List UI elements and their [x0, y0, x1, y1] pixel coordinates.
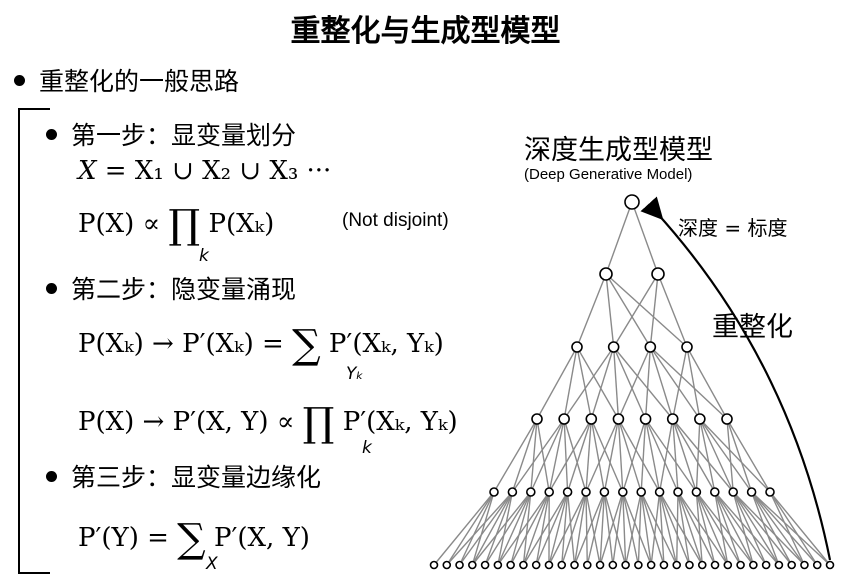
diagram-node [571, 341, 583, 353]
diagram-node [531, 413, 543, 425]
diagram-node [595, 560, 605, 570]
diagram-node [599, 267, 613, 281]
diagram-node [644, 341, 657, 353]
diagram-node [582, 560, 592, 570]
diagram-node [825, 560, 835, 570]
diagram-edge [676, 491, 679, 566]
diagram-node [570, 560, 579, 570]
diagram-node [599, 487, 610, 497]
diagram-node [710, 560, 720, 570]
diagram-edge [699, 418, 771, 493]
diagram-node [721, 413, 733, 425]
diagram-node [651, 267, 665, 281]
diagram-node [617, 487, 628, 497]
diagram-node [694, 413, 706, 425]
diagram-node [634, 560, 643, 570]
diagram-edge [695, 418, 701, 493]
diagram-edge [657, 273, 688, 348]
diagram-node [581, 487, 591, 497]
diagram-node [697, 560, 707, 570]
diagram-node [562, 487, 573, 497]
diagram-node [624, 194, 640, 210]
diagram-edge [605, 201, 633, 275]
diagram-node [659, 560, 669, 570]
diagram-node [672, 560, 682, 570]
diagram-node [531, 560, 541, 570]
diagram-node [468, 560, 477, 570]
diagram-node [525, 487, 536, 497]
diagram-edge [576, 273, 607, 348]
diagram-node [493, 560, 503, 570]
diagram-node [636, 487, 647, 497]
diagram-node [489, 487, 499, 497]
diagram-node [736, 560, 745, 570]
diagram-edge [590, 346, 615, 420]
diagram-node [728, 487, 739, 497]
diagram-node [544, 560, 554, 570]
diagram-node [646, 560, 656, 570]
diagram-node [585, 413, 598, 425]
diagram-node [480, 560, 490, 570]
diagram-node [812, 560, 822, 570]
diagram-node [442, 560, 452, 570]
diagram-edge [446, 491, 495, 566]
diagram-edge [585, 491, 588, 566]
diagram-edge [548, 418, 592, 493]
diagram-node [787, 560, 796, 570]
diagram-edge [751, 491, 806, 566]
diagram-node [774, 560, 784, 570]
diagram-node [654, 487, 665, 497]
diagram-edge [566, 418, 592, 493]
diagram-node [544, 487, 555, 497]
diagram-node [506, 560, 515, 570]
diagram-node [709, 487, 720, 497]
diagram-node [681, 341, 693, 353]
diagram-node [746, 487, 757, 497]
diagram-node [691, 487, 702, 497]
diagram-node [519, 560, 528, 570]
diagram-node [558, 413, 570, 425]
diagram-node [749, 560, 758, 570]
diagram-edge [631, 201, 659, 275]
diagram-edge [585, 491, 601, 566]
diagram-node [800, 560, 809, 570]
diagram-edge [672, 418, 734, 493]
diagram-edge [672, 418, 716, 493]
diagram-node [557, 560, 567, 570]
diagram-edge [613, 346, 647, 420]
diagram-node [608, 560, 618, 570]
diagram-node [607, 341, 620, 353]
diagram-node [621, 560, 630, 570]
diagram-node [761, 560, 771, 570]
diagram-node [765, 487, 775, 497]
diagram-node [507, 487, 518, 497]
diagram-edge [605, 273, 688, 348]
diagram-node [666, 413, 679, 425]
diagram-edge [672, 418, 698, 493]
diagram-node [639, 413, 652, 425]
diagram-edge [576, 346, 620, 420]
diagram-node [455, 560, 464, 570]
generative-model-diagram [429, 194, 835, 570]
diagram-edge [751, 491, 831, 566]
diagram-node [429, 560, 439, 570]
diagram-node [723, 560, 733, 570]
diagram-edge [471, 491, 495, 566]
diagram-node [612, 413, 625, 425]
diagram-edge [471, 491, 532, 566]
diagram-node [673, 487, 683, 497]
diagram-node [685, 560, 694, 570]
